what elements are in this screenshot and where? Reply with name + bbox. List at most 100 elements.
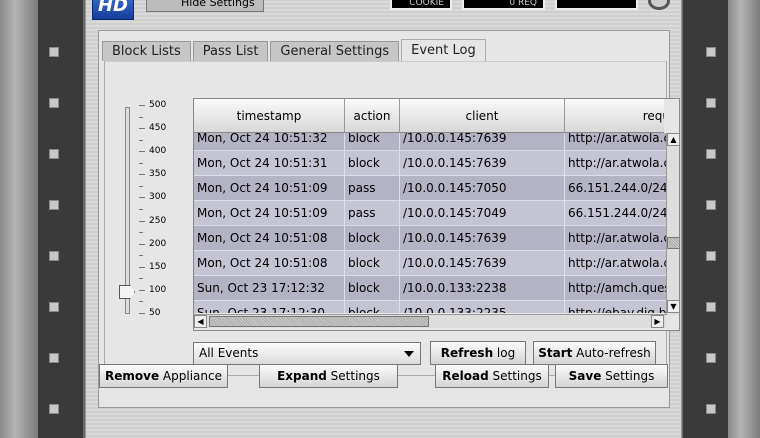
cookie-display: COOKIE: [390, 0, 452, 10]
remove-label: Appliance: [159, 369, 222, 383]
left-rail: [0, 0, 38, 438]
save-label: Settings: [601, 369, 655, 383]
right-film-strip: [683, 0, 728, 438]
slider-tick: [139, 220, 145, 222]
slider-tick: [139, 243, 145, 245]
cell-client: /10.0.0.145:7050: [400, 176, 565, 201]
column-header-request[interactable]: requ: [565, 99, 664, 133]
remove-appliance-button[interactable]: Remove Appliance: [99, 364, 228, 388]
table-row[interactable]: Mon, Oct 24 10:51:08 block/10.0.0.145:763…: [194, 251, 666, 276]
cell-client: /10.0.0.145:7049: [400, 201, 565, 226]
request-display: 0 REQ: [462, 0, 545, 10]
column-header-client[interactable]: client: [400, 99, 565, 133]
horizontal-scrollbar[interactable]: ◀ ▶: [194, 314, 666, 328]
cell-action: block: [345, 251, 400, 276]
table-row[interactable]: Mon, Oct 24 10:51:32 block/10.0.0.145:763…: [194, 133, 666, 151]
cell-request: http://ar.atwola.com: [565, 226, 666, 251]
autorefresh-label-bold: Start: [538, 346, 573, 360]
event-filter-dropdown[interactable]: All Events: [193, 342, 421, 365]
table-row[interactable]: Mon, Oct 24 10:51:09 pass/10.0.0.145:7050…: [194, 176, 666, 201]
expand-label-bold: Expand: [277, 369, 327, 383]
slider-minor-tick: [139, 116, 143, 118]
reload-settings-button[interactable]: Reload Settings: [435, 364, 549, 388]
cell-request: http://amch.questi: [565, 276, 666, 301]
cell-timestamp: Sun, Oct 23 17:12:32: [194, 276, 345, 301]
table-body: Mon, Oct 24 10:51:32 block/10.0.0.145:763…: [194, 133, 666, 313]
table-header: timestamp action client requ: [194, 99, 664, 133]
cell-timestamp: Mon, Oct 24 10:51:08: [194, 226, 345, 251]
horizontal-scroll-thumb[interactable]: [209, 316, 429, 327]
slider-tick: [139, 105, 145, 106]
column-header-timestamp[interactable]: timestamp: [194, 99, 345, 133]
table-row[interactable]: Sun, Oct 23 17:12:32 block/10.0.0.133:223…: [194, 276, 666, 301]
tab-pass-list[interactable]: Pass List: [192, 41, 269, 61]
cell-client: /10.0.0.145:7639: [400, 226, 565, 251]
save-label-bold: Save: [568, 369, 602, 383]
scroll-down-icon[interactable]: ▼: [667, 300, 679, 313]
cell-action: block: [345, 301, 400, 313]
power-knob-icon[interactable]: [648, 0, 670, 10]
hide-settings-button[interactable]: Hide Settings: [146, 0, 264, 12]
slider-tick-label: 250: [149, 215, 167, 226]
slider-tick: [139, 174, 145, 176]
tab-general-settings[interactable]: General Settings: [270, 41, 400, 61]
refresh-label: log: [493, 346, 516, 360]
slider-tick-label: 200: [149, 238, 167, 249]
cell-action: block: [345, 133, 400, 151]
slider-tick-label: 300: [149, 192, 167, 203]
scroll-left-icon[interactable]: ◀: [194, 315, 207, 328]
column-header-action[interactable]: action: [345, 99, 400, 133]
cell-client: /10.0.0.145:7639: [400, 133, 565, 151]
slider-minor-tick: [139, 301, 143, 303]
cell-timestamp: Sun, Oct 23 17:12:30: [194, 301, 345, 313]
reload-label: Settings: [488, 369, 542, 383]
cell-request: http://ebay.dig.bitb: [565, 301, 666, 313]
tab-event-log[interactable]: Event Log: [401, 39, 486, 61]
cell-client: /10.0.0.145:7639: [400, 251, 565, 276]
cell-action: pass: [345, 201, 400, 226]
slider-tick-label: 450: [149, 123, 167, 134]
refresh-log-button[interactable]: Refresh log: [430, 341, 526, 365]
slider-minor-tick: [139, 162, 143, 164]
reload-label-bold: Reload: [442, 369, 489, 383]
vertical-scroll-thumb[interactable]: [667, 237, 679, 249]
cell-timestamp: Mon, Oct 24 10:51:09: [194, 176, 345, 201]
cell-client: /10.0.0.133:2235: [400, 301, 565, 313]
chevron-down-icon: [404, 351, 414, 357]
slider-thumb[interactable]: [119, 285, 135, 299]
scroll-up-icon[interactable]: ▲: [667, 133, 679, 146]
slider-minor-tick: [139, 185, 143, 187]
settings-panel: Block Lists Pass List General Settings E…: [98, 30, 680, 408]
top-bar: HD Hide Settings COOKIE 0 REQ: [86, 0, 683, 28]
slider-minor-tick: [139, 255, 143, 257]
status-display: [555, 0, 638, 10]
scroll-right-icon[interactable]: ▶: [651, 315, 664, 328]
expand-settings-button[interactable]: Expand Settings: [259, 364, 398, 388]
table-row[interactable]: Mon, Oct 24 10:51:31 block/10.0.0.145:763…: [194, 151, 666, 176]
table-row[interactable]: Mon, Oct 24 10:51:08 block/10.0.0.145:763…: [194, 226, 666, 251]
save-settings-button[interactable]: Save Settings: [555, 364, 668, 388]
cell-timestamp: Mon, Oct 24 10:51:32: [194, 133, 345, 151]
slider-tick: [139, 266, 145, 268]
slider-minor-tick: [139, 278, 143, 280]
cell-timestamp: Mon, Oct 24 10:51:08: [194, 251, 345, 276]
cell-action: block: [345, 226, 400, 251]
vertical-scrollbar[interactable]: ▲ ▼: [666, 133, 679, 315]
slider-tick: [139, 289, 145, 291]
slider-minor-tick: [139, 208, 143, 210]
refresh-label-bold: Refresh: [440, 346, 494, 360]
slider-track: [125, 107, 130, 314]
remove-label-bold: Remove: [105, 369, 160, 383]
cell-action: block: [345, 276, 400, 301]
start-auto-refresh-button[interactable]: Start Auto-refresh: [533, 341, 656, 365]
slider-tick: [139, 197, 145, 199]
slider-tick-label: 50: [149, 307, 161, 318]
cell-request: http://ar.atwola.com: [565, 133, 666, 151]
expand-label: Settings: [326, 369, 380, 383]
table-row[interactable]: Mon, Oct 24 10:51:09 pass/10.0.0.145:7049…: [194, 201, 666, 226]
slider-tick: [139, 151, 145, 153]
tab-block-lists[interactable]: Block Lists: [102, 41, 191, 61]
table-row[interactable]: Sun, Oct 23 17:12:30 block/10.0.0.133:223…: [194, 301, 666, 313]
cell-action: pass: [345, 176, 400, 201]
event-count-slider[interactable]: 500 450 400 350 300 250 200 150 100 50: [119, 100, 179, 322]
